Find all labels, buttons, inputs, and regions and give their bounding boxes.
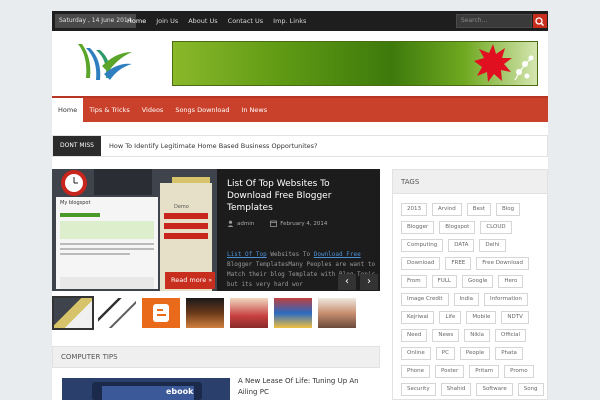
top-nav-contact-us[interactable]: Contact Us [223,11,269,31]
top-nav-home[interactable]: Home [122,11,151,31]
slider-next-button[interactable]: › [360,274,378,290]
tag-item[interactable]: Google [461,275,494,288]
tags-heading: TAGS [393,170,547,194]
tag-item[interactable]: Nikla [464,329,490,342]
computer-tips-first-title[interactable]: A New Lease Of Life: Tuning Up An Ailing… [238,376,378,398]
tag-item[interactable]: Pritam [469,365,500,378]
excerpt-link-download[interactable]: Download Free [314,251,361,258]
starburst-icon [474,44,512,82]
slide-meta: admin February 4, 2014 [227,220,327,227]
tag-item[interactable]: Blogspot [439,221,476,234]
tag-item[interactable]: Promo [504,365,534,378]
top-nav-join-us[interactable]: Join Us [151,11,183,31]
tag-item[interactable]: Security [401,383,436,396]
excerpt-link-top[interactable]: List Of Top [227,251,267,258]
tag-item[interactable]: FREE [445,257,472,270]
thumbnail-3[interactable] [140,296,182,330]
site-logo[interactable] [72,38,134,86]
tag-item[interactable]: CLOUD [480,221,512,234]
search-icon [535,17,545,27]
thumbnail-5[interactable] [228,296,270,330]
excerpt-mid: Websites To [266,251,314,258]
read-more-button[interactable]: Read more » [165,272,215,289]
slide-author: admin [227,220,254,227]
search-button[interactable] [533,14,547,28]
tag-item[interactable]: Arvind [432,203,462,216]
user-icon [227,220,234,227]
tag-cloud: 2013 Arvind Best Blog Blogger Blogspot CLOUD Co… [401,203,545,396]
tag-item[interactable]: Phone [401,365,431,378]
tag-item[interactable]: Best [466,203,491,216]
thumbnail-6[interactable] [272,296,314,330]
tag-item[interactable]: Poster [435,365,465,378]
thumbnail-7[interactable] [316,296,358,330]
slide-date: February 4, 2014 [270,220,327,227]
top-nav-imp-links[interactable]: Imp. Links [268,11,311,31]
slide-date-text: February 4, 2014 [280,221,328,227]
tag-item[interactable]: Hero [498,275,524,288]
tag-item[interactable]: NDTV [501,311,529,324]
search-input[interactable]: Search... [456,14,532,28]
slider-arrows: ‹ › [338,274,378,290]
tag-item[interactable]: FULL [431,275,457,288]
computer-tips-heading: COMPUTER TIPS [52,346,380,368]
main-nav-in-news[interactable]: In News [235,98,273,122]
tag-item[interactable]: News [432,329,460,342]
header-banner-ad[interactable] [172,41,538,86]
tags-widget: TAGS 2013 Arvind Best Blog Blogger Blogspot CL… [392,169,548,400]
tag-item[interactable]: Online [401,347,431,360]
tag-item[interactable]: Download [401,257,441,270]
tag-item[interactable]: Life [439,311,462,324]
tag-item[interactable]: Need [401,329,428,342]
main-nav-tips-tricks[interactable]: Tips & Tricks [83,98,136,122]
tag-item[interactable]: Information [484,293,528,306]
tag-item[interactable]: Mobile [466,311,497,324]
main-nav-home[interactable]: Home [52,98,84,122]
tag-item[interactable]: Delhi [479,239,506,252]
slide-author-name[interactable]: admin [237,221,254,227]
slider-thumbnails [52,296,380,332]
tag-item[interactable]: Software [476,383,513,396]
tag-item[interactable]: Shahid [440,383,472,396]
tablet-photo [62,378,230,400]
dont-miss-ticker: DONT MISS How To Identify Legitimate Hom… [52,135,548,157]
tag-item[interactable]: India [453,293,480,306]
calendar-icon [270,220,278,227]
top-nav-about-us[interactable]: About Us [183,11,222,31]
tag-item[interactable]: Blogger [401,221,435,234]
tag-item[interactable]: Kejriwal [401,311,435,324]
tag-item[interactable]: Song [517,383,544,396]
tips-image-caption: ebook [166,387,194,396]
tag-item[interactable]: Blog [495,203,521,216]
tag-item[interactable]: Image Credit [401,293,449,306]
main-nav-videos[interactable]: Videos [136,98,170,122]
preview-heading: My blogspot [60,200,91,206]
thumbnail-4[interactable] [184,296,226,330]
blogger-icon [153,304,169,322]
main-nav-songs-download[interactable]: Songs Download [169,98,235,122]
top-bar: Saturday , 14 June 2014 Home Join Us Abo… [52,11,548,31]
tag-item[interactable]: 2013 [401,203,427,216]
tag-item[interactable]: People [459,347,491,360]
tag-item[interactable]: Computing [401,239,444,252]
dont-miss-label: DONT MISS [53,136,101,156]
thumbnail-1[interactable] [52,296,94,330]
tag-item[interactable]: Official [494,329,527,342]
preview-menu-title: Demo [174,204,189,210]
dont-miss-headline[interactable]: How To Identify Legitimate Home Based Bu… [109,136,318,156]
featured-slider: My blogspot Demo List Of Top Websites To… [52,169,380,291]
main-nav: Home Tips & Tricks Videos Songs Download… [52,96,548,122]
top-nav: Home Join Us About Us Contact Us Imp. Li… [122,11,311,31]
tag-item[interactable]: PC [435,347,455,360]
thumbnail-2[interactable] [96,296,138,330]
floral-ornament-icon [514,55,534,81]
tag-item[interactable]: From [401,275,427,288]
slider-prev-button[interactable]: ‹ [338,274,356,290]
slide-title[interactable]: List Of Top Websites To Download Free Bl… [227,178,375,214]
tag-item[interactable]: DATA [448,239,475,252]
computer-tips-image[interactable]: ebook [62,378,230,400]
tag-item[interactable]: Phata [495,347,523,360]
tag-item[interactable]: Free Download [476,257,530,270]
